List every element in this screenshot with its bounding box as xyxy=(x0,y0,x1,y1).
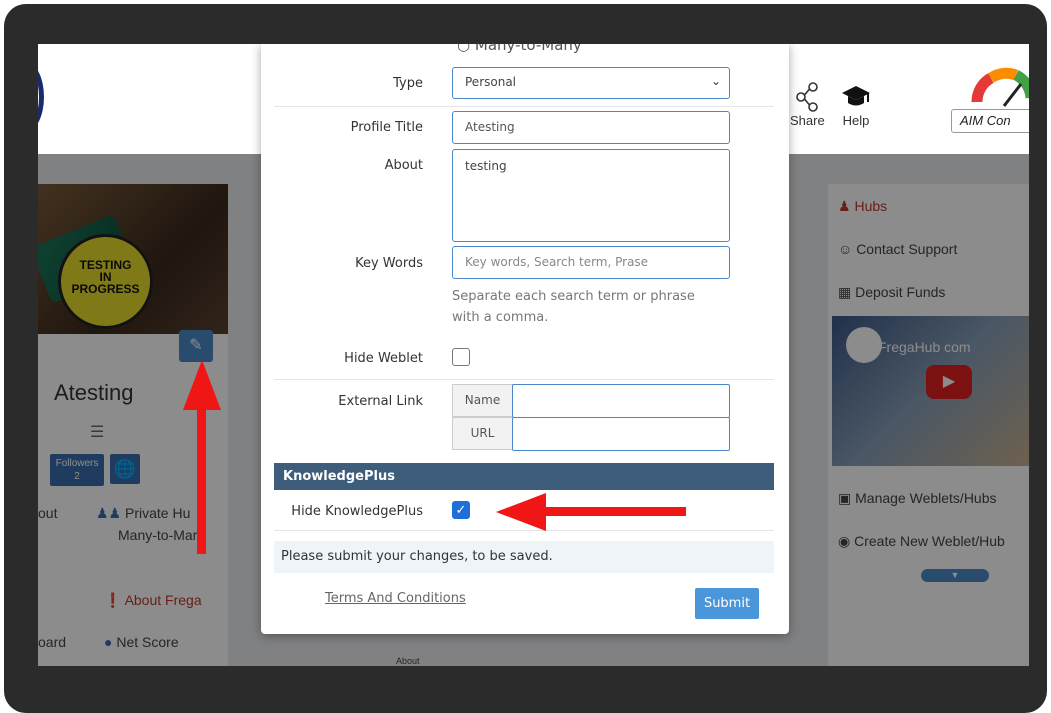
checkmark-icon: ✓ xyxy=(455,503,467,518)
profile-title-label: Profile Title xyxy=(350,120,423,135)
save-notice: Please submit your changes, to be saved. xyxy=(274,541,774,573)
divider xyxy=(274,379,774,380)
key-words-input[interactable]: Key words, Search term, Prase xyxy=(452,246,730,279)
link-url-input[interactable] xyxy=(512,417,730,451)
hide-weblet-label: Hide Weblet xyxy=(344,351,423,366)
screen: Share Help AIM Con TESTING IN PROGRESS ✎ xyxy=(38,44,1029,666)
divider xyxy=(274,106,774,107)
external-link-label: External Link xyxy=(338,394,423,409)
aim-score-box[interactable]: AIM Con xyxy=(951,109,1029,133)
help-label: Help xyxy=(842,113,870,128)
type-select[interactable]: Personal ⌄ xyxy=(452,67,730,99)
share-icon xyxy=(796,82,818,112)
profile-title-input[interactable]: Atesting xyxy=(452,111,730,144)
knowledgeplus-section-header: KnowledgePlus xyxy=(274,463,774,490)
many-to-many-label: Many-to-Many xyxy=(474,44,582,54)
share-button[interactable]: Share xyxy=(790,82,825,128)
help-button[interactable]: Help xyxy=(836,84,876,128)
link-name-input[interactable] xyxy=(512,384,730,418)
about-label: About xyxy=(384,158,423,173)
submit-button[interactable]: Submit xyxy=(695,588,759,619)
url-addon: URL xyxy=(452,417,513,450)
hide-knowledgeplus-label: Hide KnowledgePlus xyxy=(291,504,423,519)
name-addon: Name xyxy=(452,384,513,417)
key-words-label: Key Words xyxy=(355,256,423,271)
type-label: Type xyxy=(393,76,423,91)
radio-icon: ○ xyxy=(457,44,471,54)
annotation-arrow-up-icon xyxy=(183,360,221,410)
about-textarea[interactable]: testing xyxy=(452,149,730,242)
chevron-down-icon: ⌄ xyxy=(710,74,721,88)
many-to-many-option[interactable]: ○ Many-to-Many xyxy=(457,44,582,54)
terms-link[interactable]: Terms And Conditions xyxy=(325,591,466,606)
edit-profile-modal: ○ Many-to-Many Type Personal ⌄ Profile T… xyxy=(261,44,789,634)
type-value: Personal xyxy=(465,75,517,89)
annotation-arrow-left-icon xyxy=(496,493,546,531)
share-label: Share xyxy=(790,113,825,128)
site-logo[interactable] xyxy=(38,62,44,132)
hide-weblet-checkbox[interactable] xyxy=(452,348,470,366)
hide-knowledgeplus-checkbox[interactable]: ✓ xyxy=(452,501,470,519)
key-words-hint: Separate each search term or phrase with… xyxy=(452,289,695,325)
graduation-cap-icon xyxy=(842,86,870,106)
annotation-arrow-up-shaft xyxy=(197,404,206,554)
annotation-arrow-left-shaft xyxy=(543,507,686,516)
